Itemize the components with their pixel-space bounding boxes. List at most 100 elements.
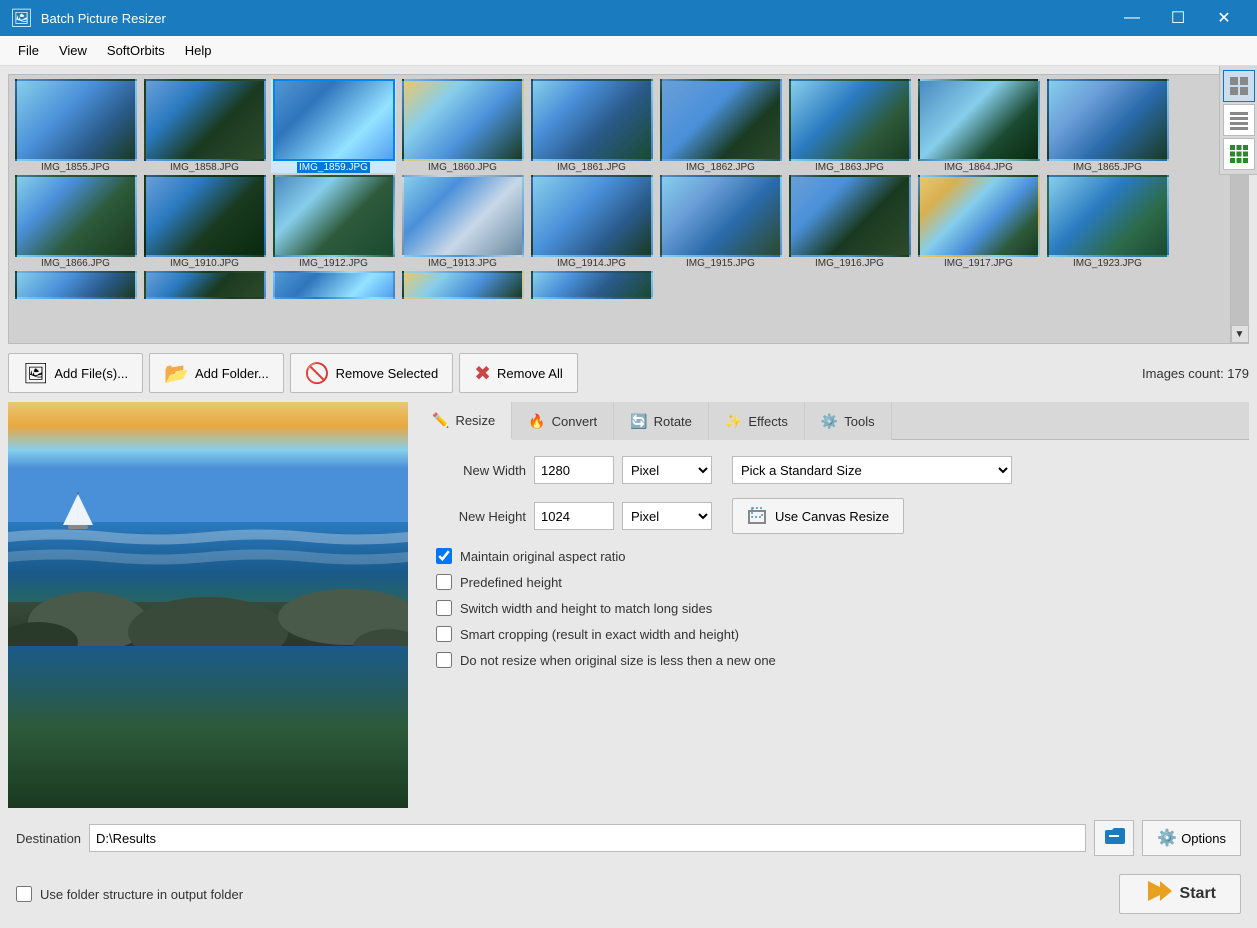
use-folder-structure-label: Use folder structure in output folder xyxy=(40,887,243,902)
maintain-aspect-checkbox[interactable] xyxy=(436,548,452,564)
gallery-row-2: IMG_1866.JPG IMG_1910.JPG IMG_1912.JPG I… xyxy=(13,175,1226,269)
thumb-item[interactable]: IMG_1910.JPG xyxy=(142,175,267,269)
start-button[interactable]: Start xyxy=(1119,874,1241,914)
smart-cropping-checkbox[interactable] xyxy=(436,626,452,642)
add-files-label: Add File(s)... xyxy=(54,366,128,381)
use-folder-structure-row[interactable]: Use folder structure in output folder xyxy=(16,886,243,902)
thumb-item[interactable]: IMG_1855.JPG xyxy=(13,79,138,173)
rotate-tab-label: Rotate xyxy=(654,414,692,429)
resize-tab-label: Resize xyxy=(455,413,495,428)
thumb-item[interactable]: IMG_1861.JPG xyxy=(529,79,654,173)
preview-panel xyxy=(8,402,408,808)
predefined-height-label: Predefined height xyxy=(460,575,562,590)
view-toggle-panel xyxy=(1219,66,1257,175)
height-unit-select[interactable]: Pixel Percent Inch cm mm xyxy=(622,502,712,530)
thumb-item[interactable] xyxy=(529,271,654,299)
thumb-item[interactable]: IMG_1916.JPG xyxy=(787,175,912,269)
thumb-item[interactable] xyxy=(271,271,396,299)
tab-rotate[interactable]: 🔄 Rotate xyxy=(614,402,709,440)
browse-folder-icon xyxy=(1103,824,1125,852)
add-folder-label: Add Folder... xyxy=(195,366,269,381)
tools-tab-label: Tools xyxy=(844,414,874,429)
menu-view[interactable]: View xyxy=(49,39,97,62)
gallery-row-3 xyxy=(13,271,1226,301)
menu-help[interactable]: Help xyxy=(175,39,222,62)
thumb-item[interactable]: IMG_1860.JPG xyxy=(400,79,525,173)
height-row: New Height Pixel Percent Inch cm mm xyxy=(436,498,1229,534)
remove-all-button[interactable]: ✖ Remove All xyxy=(459,353,578,393)
no-resize-checkbox-row[interactable]: Do not resize when original size is less… xyxy=(436,652,1229,668)
new-height-label: New Height xyxy=(436,509,526,524)
view-large-icon-btn[interactable] xyxy=(1223,70,1255,102)
destination-input[interactable] xyxy=(89,824,1086,852)
thumb-item[interactable]: IMG_1912.JPG xyxy=(271,175,396,269)
tab-convert[interactable]: 🔥 Convert xyxy=(512,402,614,440)
no-resize-checkbox[interactable] xyxy=(436,652,452,668)
use-folder-structure-checkbox[interactable] xyxy=(16,886,32,902)
remove-selected-label: Remove Selected xyxy=(336,366,439,381)
thumb-item[interactable]: IMG_1865.JPG xyxy=(1045,79,1170,173)
thumb-item[interactable]: IMG_1917.JPG xyxy=(916,175,1041,269)
options-label: Options xyxy=(1181,831,1226,846)
maintain-aspect-label: Maintain original aspect ratio xyxy=(460,549,625,564)
effects-tab-icon: ✨ xyxy=(725,413,742,430)
resize-tab-icon: ✏️ xyxy=(432,412,449,429)
switch-dimensions-checkbox-row[interactable]: Switch width and height to match long si… xyxy=(436,600,1229,616)
menu-softorbits[interactable]: SoftOrbits xyxy=(97,39,175,62)
add-folder-icon: 📂 xyxy=(164,361,189,386)
tab-resize[interactable]: ✏️ Resize xyxy=(416,402,512,440)
checkboxes-area: Maintain original aspect ratio Predefine… xyxy=(436,548,1229,668)
maintain-aspect-checkbox-row[interactable]: Maintain original aspect ratio xyxy=(436,548,1229,564)
bottom-area: ✏️ Resize 🔥 Convert 🔄 Rotate ✨ Effects ⚙… xyxy=(8,402,1249,808)
smart-cropping-label: Smart cropping (result in exact width an… xyxy=(460,627,739,642)
close-button[interactable]: ✕ xyxy=(1201,0,1247,36)
tab-tools[interactable]: ⚙️ Tools xyxy=(805,402,892,440)
gallery-scroll: IMG_1855.JPG IMG_1858.JPG IMG_1859.JPG I… xyxy=(9,75,1230,343)
view-list-icon-btn[interactable] xyxy=(1223,104,1255,136)
thumb-item-selected[interactable]: IMG_1859.JPG xyxy=(271,79,396,173)
preview-image xyxy=(8,402,408,808)
thumb-item[interactable]: IMG_1863.JPG xyxy=(787,79,912,173)
smart-cropping-checkbox-row[interactable]: Smart cropping (result in exact width an… xyxy=(436,626,1229,642)
remove-all-icon: ✖ xyxy=(474,361,491,386)
thumb-item[interactable]: IMG_1858.JPG xyxy=(142,79,267,173)
destination-label: Destination xyxy=(16,831,81,846)
app-title: Batch Picture Resizer xyxy=(41,11,166,26)
tab-effects[interactable]: ✨ Effects xyxy=(709,402,805,440)
titlebar-left: 🖼 Batch Picture Resizer xyxy=(10,8,166,29)
thumb-item[interactable] xyxy=(400,271,525,299)
thumb-item[interactable]: IMG_1862.JPG xyxy=(658,79,783,173)
thumb-item[interactable] xyxy=(13,271,138,299)
new-width-label: New Width xyxy=(436,463,526,478)
canvas-resize-button[interactable]: Use Canvas Resize xyxy=(732,498,904,534)
view-grid-icon-btn[interactable] xyxy=(1223,138,1255,170)
width-row: New Width Pixel Percent Inch cm mm Pick … xyxy=(436,456,1229,484)
switch-dimensions-checkbox[interactable] xyxy=(436,600,452,616)
rotate-tab-icon: 🔄 xyxy=(630,413,647,430)
thumb-item[interactable]: IMG_1866.JPG xyxy=(13,175,138,269)
width-unit-select[interactable]: Pixel Percent Inch cm mm xyxy=(622,456,712,484)
width-input[interactable] xyxy=(534,456,614,484)
options-button[interactable]: ⚙️ Options xyxy=(1142,820,1241,856)
menu-file[interactable]: File xyxy=(8,39,49,62)
standard-size-select[interactable]: Pick a Standard Size xyxy=(732,456,1012,484)
destination-browse-button[interactable] xyxy=(1094,820,1134,856)
thumb-item[interactable] xyxy=(142,271,267,299)
thumb-item[interactable]: IMG_1864.JPG xyxy=(916,79,1041,173)
add-folder-button[interactable]: 📂 Add Folder... xyxy=(149,353,284,393)
minimize-button[interactable]: — xyxy=(1109,0,1155,36)
thumb-item[interactable]: IMG_1913.JPG xyxy=(400,175,525,269)
scroll-down-arrow[interactable]: ▼ xyxy=(1231,325,1249,343)
destination-bar: Destination ⚙️ Options xyxy=(8,814,1249,862)
canvas-resize-icon xyxy=(747,505,767,528)
predefined-height-checkbox[interactable] xyxy=(436,574,452,590)
height-input[interactable] xyxy=(534,502,614,530)
options-gear-icon: ⚙️ xyxy=(1157,828,1177,848)
thumb-item[interactable]: IMG_1914.JPG xyxy=(529,175,654,269)
remove-selected-button[interactable]: 🚫 Remove Selected xyxy=(290,353,454,393)
predefined-height-checkbox-row[interactable]: Predefined height xyxy=(436,574,1229,590)
thumb-item[interactable]: IMG_1915.JPG xyxy=(658,175,783,269)
add-files-button[interactable]: 🖼 Add File(s)... xyxy=(8,353,143,393)
thumb-item[interactable]: IMG_1923.JPG xyxy=(1045,175,1170,269)
maximize-button[interactable]: ☐ xyxy=(1155,0,1201,36)
